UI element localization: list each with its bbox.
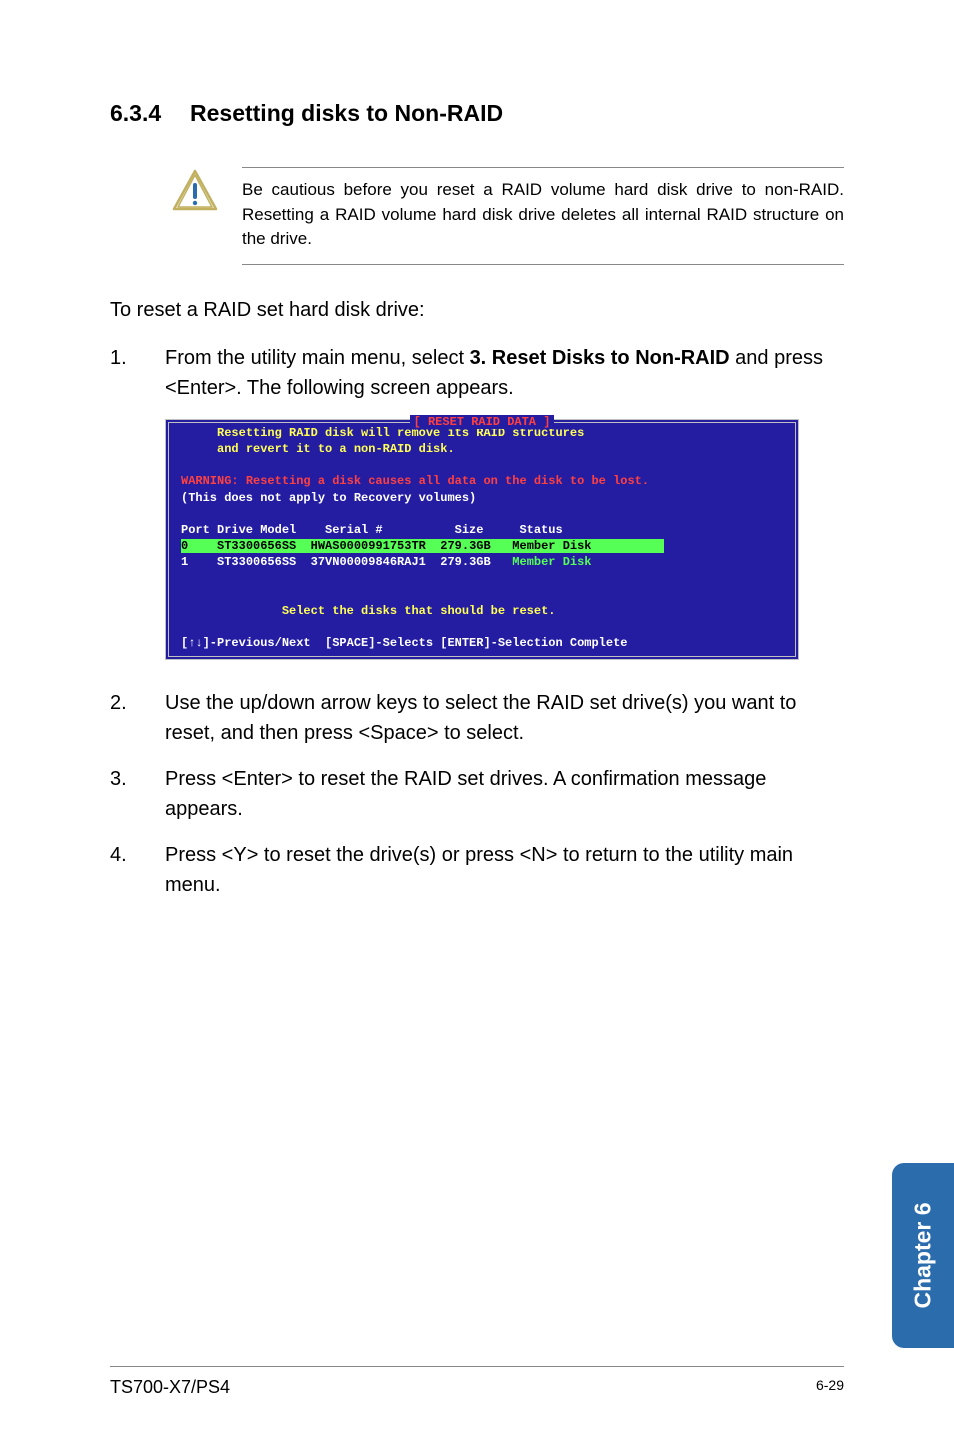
terminal-row-0: 0 ST3300656SS HWAS0000991753TR 279.3GB M…: [181, 538, 783, 554]
section-number: 6.3.4: [110, 100, 190, 127]
terminal-row-1: 1 ST3300656SS 37VN00009846RAJ1 279.3GB M…: [181, 554, 783, 570]
chapter-tab: Chapter 6: [892, 1163, 954, 1348]
terminal-table-header: Port Drive Model Serial # Size Status: [181, 522, 783, 538]
step-3: 3. Press <Enter> to reset the RAID set d…: [110, 764, 844, 824]
step-body: Press <Y> to reset the drive(s) or press…: [165, 840, 844, 900]
terminal-body: Resetting RAID disk will remove its RAID…: [169, 423, 795, 656]
terminal-msg2: and revert it to a non-RAID disk.: [181, 441, 783, 457]
intro-paragraph: To reset a RAID set hard disk drive:: [110, 295, 844, 325]
step-number: 2.: [110, 688, 165, 748]
terminal-blank5: [181, 619, 783, 635]
step-body: Use the up/down arrow keys to select the…: [165, 688, 844, 748]
step-1: 1. From the utility main menu, select 3.…: [110, 343, 844, 403]
note-text-wrapper: Be cautious before you reset a RAID volu…: [242, 167, 844, 265]
step-4: 4. Press <Y> to reset the drive(s) or pr…: [110, 840, 844, 900]
step-number: 1.: [110, 343, 165, 403]
step-text-bold: 3. Reset Disks to Non-RAID: [470, 347, 730, 369]
step-body: From the utility main menu, select 3. Re…: [165, 343, 844, 403]
chapter-tab-label: Chapter 6: [910, 1202, 937, 1308]
note-text: Be cautious before you reset a RAID volu…: [242, 178, 844, 252]
terminal-select-prompt: Select the disks that should be reset.: [181, 603, 783, 619]
section-heading: 6.3.4Resetting disks to Non-RAID: [110, 100, 844, 127]
terminal-footer: [↑↓]-Previous/Next [SPACE]-Selects [ENTE…: [181, 635, 783, 651]
step-body: Press <Enter> to reset the RAID set driv…: [165, 764, 844, 824]
terminal-title-text: [ RESET RAID DATA ]: [410, 415, 555, 429]
terminal-window: [ RESET RAID DATA ] Resetting RAID disk …: [165, 419, 799, 660]
step-text-pre: From the utility main menu, select: [165, 347, 470, 369]
footer-page-number: 6-29: [816, 1377, 844, 1398]
terminal-warning: WARNING: Resetting a disk causes all dat…: [181, 473, 783, 489]
warning-icon: [170, 167, 220, 220]
page-footer: TS700-X7/PS4 6-29: [110, 1366, 844, 1398]
step-number: 4.: [110, 840, 165, 900]
footer-model: TS700-X7/PS4: [110, 1377, 230, 1398]
terminal-blank2: [181, 506, 783, 522]
step-number: 3.: [110, 764, 165, 824]
terminal-screenshot: [ RESET RAID DATA ] Resetting RAID disk …: [165, 419, 844, 660]
caution-note: Be cautious before you reset a RAID volu…: [170, 167, 844, 265]
terminal-blank4: [181, 587, 783, 603]
terminal-blank: [181, 457, 783, 473]
terminal-title: [ RESET RAID DATA ]: [169, 415, 795, 429]
terminal-blank3: [181, 571, 783, 587]
step-2: 2. Use the up/down arrow keys to select …: [110, 688, 844, 748]
section-title: Resetting disks to Non-RAID: [190, 100, 503, 126]
terminal-recovery: (This does not apply to Recovery volumes…: [181, 490, 783, 506]
